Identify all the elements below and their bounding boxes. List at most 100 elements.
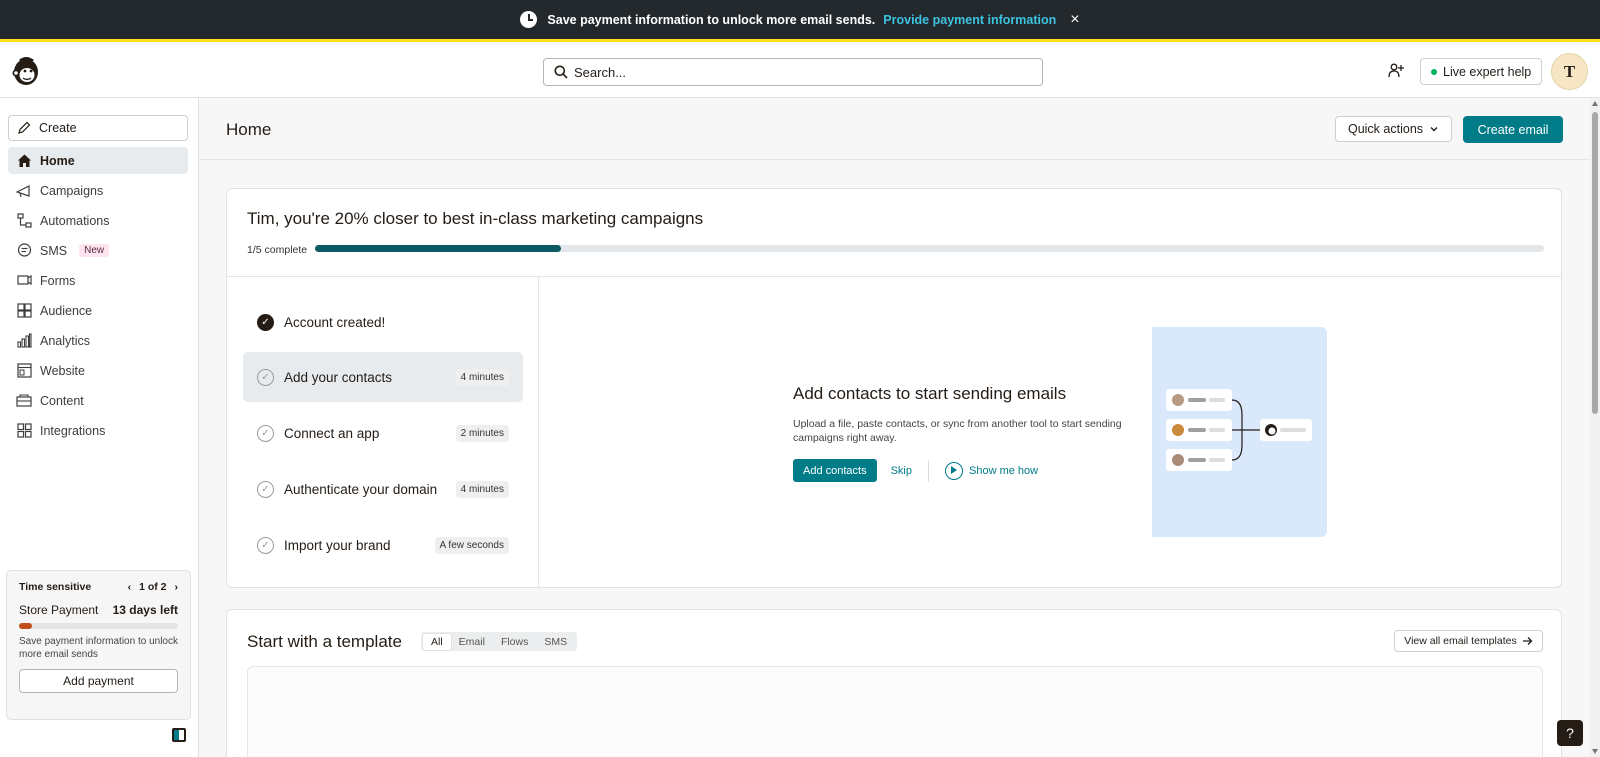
step-label: Authenticate your domain [284, 481, 438, 497]
tab-email[interactable]: Email [451, 634, 493, 650]
create-button[interactable]: Create [8, 115, 188, 141]
help-button[interactable]: ? [1557, 720, 1583, 746]
step-connect-app[interactable]: ✓ Connect an app 2 minutes [243, 408, 523, 458]
template-preview-area [247, 666, 1543, 757]
onboarding-progress-fill [315, 245, 561, 252]
step-account-created[interactable]: ✓ Account created! [243, 297, 523, 347]
create-email-button[interactable]: Create email [1463, 116, 1563, 143]
mailchimp-logo-icon[interactable] [10, 54, 42, 88]
scroll-down-icon[interactable] [1592, 749, 1598, 754]
forms-icon [16, 273, 32, 289]
step-authenticate-domain[interactable]: ✓ Authenticate your domain 4 minutes [243, 464, 523, 514]
view-all-templates-button[interactable]: View all email templates [1394, 630, 1543, 652]
templates-card: Start with a template All Email Flows SM… [226, 609, 1562, 757]
sidebar: Create Home Campaigns Automations SMS Ne… [0, 98, 199, 757]
store-payment-row: Store Payment 13 days left [19, 603, 178, 617]
new-badge: New [79, 244, 110, 257]
sidebar-item-integrations[interactable]: Integrations [8, 417, 188, 444]
step-detail-title: Add contacts to start sending emails [793, 384, 1067, 403]
home-icon [16, 153, 32, 169]
sidebar-item-sms[interactable]: SMS New [8, 237, 188, 264]
check-circle-icon: ✓ [257, 424, 274, 442]
payment-deadline-fill [19, 623, 32, 629]
steps-list: ✓ Account created! ✓ Add your contacts 4… [227, 277, 539, 588]
sidebar-item-audience[interactable]: Audience [8, 297, 188, 324]
app-header: Live expert help T [0, 45, 1600, 98]
chevron-down-icon [1430, 127, 1438, 132]
user-avatar[interactable]: T [1551, 53, 1588, 90]
automation-icon [16, 213, 32, 229]
banner-message: Save payment information to unlock more … [547, 12, 876, 27]
sidebar-item-label: Analytics [40, 333, 91, 348]
step-import-brand[interactable]: ✓ Import your brand A few seconds [243, 520, 523, 570]
step-detail-description: Upload a file, paste contacts, or sync f… [793, 418, 1122, 444]
template-filter-tabs: All Email Flows SMS [421, 632, 578, 651]
collapse-sidebar-icon[interactable] [172, 728, 186, 742]
sidebar-item-analytics[interactable]: Analytics [8, 327, 188, 354]
tab-flows[interactable]: Flows [493, 634, 536, 650]
sidebar-item-label: SMS [40, 243, 68, 258]
contacts-sync-illustration [1152, 327, 1327, 537]
sms-icon [16, 243, 32, 259]
sidebar-item-label: Campaigns [40, 183, 104, 198]
pager-next-icon[interactable]: › [175, 581, 179, 593]
online-status-dot [1431, 68, 1437, 75]
banner-close-icon[interactable]: × [1070, 11, 1079, 29]
skip-link[interactable]: Skip [891, 465, 912, 477]
sidebar-item-label: Website [40, 363, 85, 378]
analytics-icon [16, 333, 32, 349]
search-bar[interactable] [543, 58, 1043, 86]
top-banner: Save payment information to unlock more … [0, 0, 1600, 42]
show-me-how-link[interactable]: Show me how [945, 461, 1038, 480]
step-label: Add your contacts [284, 369, 393, 385]
create-label: Create [39, 121, 77, 135]
payment-deadline-bar [19, 623, 178, 629]
check-circle-icon: ✓ [257, 368, 274, 386]
quick-actions-label: Quick actions [1347, 122, 1424, 136]
page-header: Home Quick actions Create email [200, 98, 1590, 160]
sidebar-item-label: Home [40, 153, 75, 168]
live-expert-help-button[interactable]: Live expert help [1420, 58, 1543, 85]
page-scrollbar[interactable] [1590, 98, 1600, 757]
sidebar-item-content[interactable]: Content [8, 387, 188, 414]
time-sensitive-pager: ‹ 1 of 2 › [128, 581, 178, 593]
step-time: A few seconds [434, 536, 509, 554]
sidebar-item-website[interactable]: Website [8, 357, 188, 384]
clock-icon [520, 11, 538, 28]
onboarding-card: Tim, you're 20% closer to best in-class … [226, 188, 1562, 588]
tab-all[interactable]: All [423, 633, 451, 650]
content-icon [16, 393, 32, 409]
add-payment-button[interactable]: Add payment [19, 669, 178, 693]
sidebar-item-campaigns[interactable]: Campaigns [8, 177, 188, 204]
audience-icon [16, 303, 32, 319]
sidebar-item-label: Automations [40, 213, 110, 228]
scrollbar-thumb[interactable] [1592, 112, 1598, 414]
search-icon [554, 65, 568, 79]
view-all-label: View all email templates [1404, 635, 1517, 647]
pager-prev-icon[interactable]: ‹ [128, 581, 132, 593]
provide-payment-link[interactable]: Provide payment information [883, 13, 1056, 27]
templates-title: Start with a template [247, 632, 402, 651]
step-label: Connect an app [284, 425, 380, 441]
sidebar-item-home[interactable]: Home [8, 147, 188, 174]
integrations-icon [16, 423, 32, 439]
add-contacts-button[interactable]: Add contacts [793, 459, 877, 482]
contacts-illustration-icon [1166, 389, 1312, 471]
check-circle-icon: ✓ [257, 313, 274, 331]
step-detail-actions: Add contacts Skip Show me how [793, 459, 1038, 482]
onboarding-progress-bar [315, 245, 1544, 252]
onboarding-title: Tim, you're 20% closer to best in-class … [247, 209, 704, 228]
pencil-icon [18, 121, 31, 134]
scroll-up-icon[interactable] [1592, 101, 1598, 106]
tab-sms[interactable]: SMS [536, 634, 575, 650]
time-sensitive-description: Save payment information to unlock more … [19, 636, 178, 660]
quick-actions-dropdown[interactable]: Quick actions [1335, 116, 1452, 142]
sidebar-item-automations[interactable]: Automations [8, 207, 188, 234]
step-add-contacts[interactable]: ✓ Add your contacts 4 minutes [243, 352, 523, 402]
sidebar-item-forms[interactable]: Forms [8, 267, 188, 294]
time-sensitive-header: Time sensitive ‹ 1 of 2 › [19, 581, 178, 593]
search-input[interactable] [574, 64, 1014, 80]
team-icon[interactable] [1388, 62, 1404, 78]
store-payment-title: Store Payment [19, 603, 99, 617]
sidebar-nav: Home Campaigns Automations SMS New Forms… [8, 147, 188, 447]
